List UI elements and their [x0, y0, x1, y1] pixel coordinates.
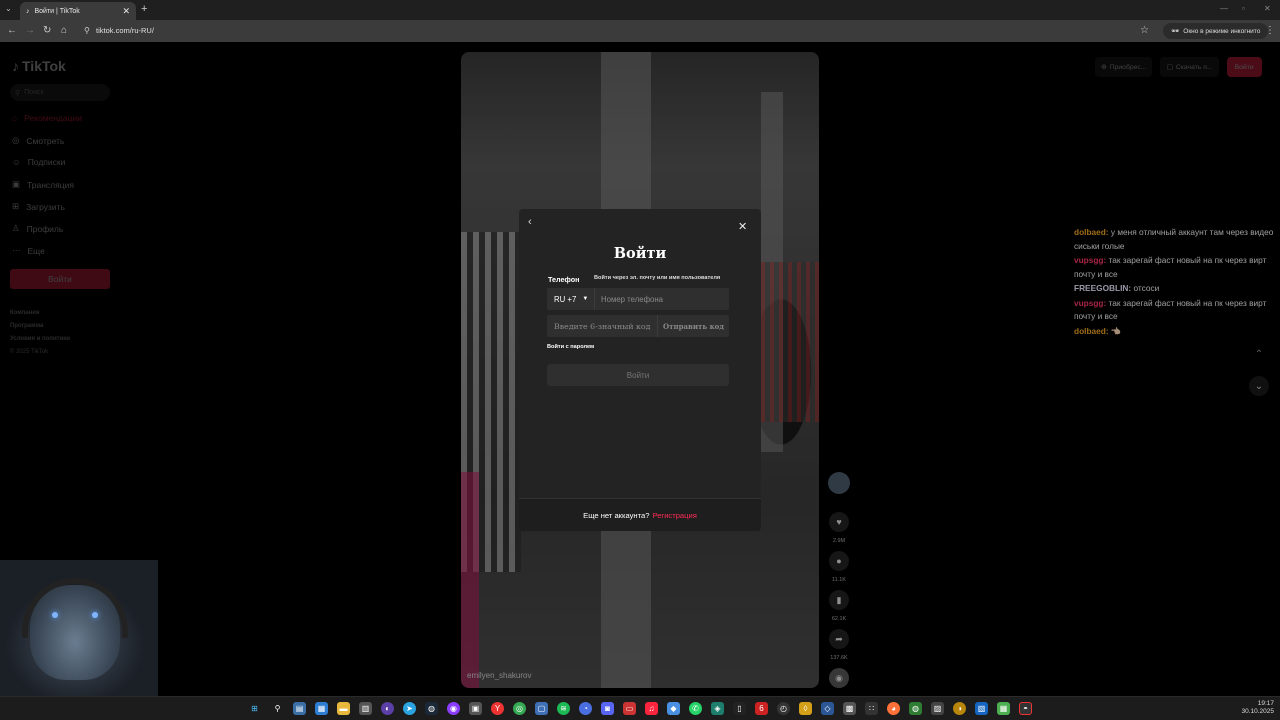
app-icon[interactable]: ◐	[381, 702, 394, 715]
browser-tabstrip: ⌄ ♪ Войти | TikTok ✕ + — ▫ ✕	[0, 0, 1280, 20]
app-icon[interactable]: ◈	[711, 702, 724, 715]
password-login-link[interactable]: Войти с паролем	[547, 344, 594, 350]
app-icon[interactable]: ◇	[821, 702, 834, 715]
firefox-icon[interactable]: ◕	[887, 702, 900, 715]
country-code-select[interactable]: RU +7 ▼	[547, 288, 595, 310]
phone-number-input[interactable]: Номер телефона	[595, 295, 663, 304]
country-code-value: RU +7	[554, 294, 577, 304]
back-icon[interactable]: ←	[7, 25, 17, 36]
yandex-browser-icon[interactable]: Y	[491, 702, 504, 715]
no-account-text: Еще нет аккаунта?	[583, 510, 650, 520]
incognito-badge[interactable]: 🕶 Окно в режиме инкогнито	[1163, 23, 1269, 39]
clock-date: 30.10.2025	[1241, 708, 1274, 715]
incognito-icon: 🕶	[1171, 28, 1180, 35]
app-icon[interactable]: ◔	[579, 702, 592, 715]
window-close-icon[interactable]: ✕	[1264, 4, 1271, 13]
app-icon[interactable]: ◉	[447, 702, 460, 715]
start-icon[interactable]: ⊞	[248, 702, 261, 715]
taskbar-clock[interactable]: 19:17 30.10.2025	[1236, 700, 1274, 716]
caret-down-icon: ▼	[582, 296, 589, 302]
whatsapp-icon[interactable]: ✆	[689, 702, 702, 715]
site-info-icon[interactable]: ⚲	[84, 26, 90, 35]
code-field: Введите 6-значный код Отправить код	[547, 315, 729, 337]
app-icon[interactable]: ◴	[777, 702, 790, 715]
file-explorer-icon[interactable]: ▬	[337, 702, 350, 715]
app-icon[interactable]: ◆	[667, 702, 680, 715]
incognito-label: Окно в режиме инкогнито	[1183, 27, 1261, 35]
bookmark-star-icon[interactable]: ☆	[1140, 25, 1149, 36]
webcam-eye-left	[52, 612, 58, 618]
signup-link[interactable]: Регистрация	[652, 511, 696, 520]
search-icon[interactable]: ⚲	[271, 702, 284, 715]
login-modal: ‹ ✕ Войти Телефон Войти через эл. почту …	[519, 209, 761, 531]
browser-menu-icon[interactable]: ⋮	[1265, 25, 1275, 36]
chrome-icon[interactable]: ◎	[513, 702, 526, 715]
discord-icon[interactable]: ◙	[601, 702, 614, 715]
task-view-icon[interactable]: ▤	[293, 702, 306, 715]
webcam-eye-right	[92, 612, 98, 618]
webcam-overlay	[0, 560, 158, 696]
tab-search-icon[interactable]: ⌄	[5, 4, 12, 13]
app-icon[interactable]: ▥	[359, 702, 372, 715]
widgets-icon[interactable]: ▦	[315, 702, 328, 715]
new-tab-icon[interactable]: +	[141, 3, 147, 15]
address-bar[interactable]: tiktok.com/ru-RU/	[96, 26, 154, 35]
browser-toolbar: ← → ↻ ⌂ ⚲ tiktok.com/ru-RU/ ☆ 🕶 Окно в р…	[0, 20, 1280, 42]
app-icon[interactable]: ▣	[469, 702, 482, 715]
send-code-button[interactable]: Отправить код	[657, 315, 729, 337]
email-username-login-link[interactable]: Войти через эл. почту или имя пользовате…	[594, 275, 720, 281]
close-icon[interactable]: ✕	[738, 220, 747, 233]
verification-code-input[interactable]: Введите 6-значный код	[547, 322, 657, 331]
minimize-icon[interactable]: —	[1220, 4, 1228, 13]
music-icon[interactable]: ♫	[645, 702, 658, 715]
app-icon[interactable]: ∷	[865, 702, 878, 715]
app-icon[interactable]: ▨	[931, 702, 944, 715]
maximize-icon[interactable]: ▫	[1242, 4, 1245, 13]
app-icon[interactable]: ▢	[535, 702, 548, 715]
reload-icon[interactable]: ↻	[43, 25, 51, 36]
app-icon[interactable]: ◓	[1019, 702, 1032, 715]
clock-time: 19:17	[1257, 700, 1274, 707]
forward-icon[interactable]: →	[25, 25, 35, 36]
back-chevron-icon[interactable]: ‹	[528, 216, 532, 228]
minecraft-icon[interactable]: ▦	[997, 702, 1010, 715]
steam-icon[interactable]: ◍	[425, 702, 438, 715]
app-icon[interactable]: ▧	[975, 702, 988, 715]
terminal-icon[interactable]: ▯	[733, 702, 746, 715]
app-icon[interactable]: 6	[755, 702, 768, 715]
modal-footer: Еще нет аккаунта? Регистрация	[519, 498, 761, 531]
close-tab-icon[interactable]: ✕	[122, 6, 130, 17]
app-icon[interactable]: ▩	[843, 702, 856, 715]
modal-title: Войти	[613, 245, 667, 262]
spotify-icon[interactable]: ≋	[557, 702, 570, 715]
tiktok-favicon-icon: ♪	[26, 7, 30, 15]
browser-tab[interactable]: ♪ Войти | TikTok ✕	[20, 2, 136, 20]
app-icon[interactable]: ▭	[623, 702, 636, 715]
app-icon[interactable]: ◍	[909, 702, 922, 715]
tab-title: Войти | TikTok	[34, 7, 80, 15]
phone-label: Телефон	[548, 275, 580, 284]
app-icon[interactable]: ◊	[799, 702, 812, 715]
login-submit-button[interactable]: Войти	[547, 364, 729, 386]
phone-field: RU +7 ▼ Номер телефона	[547, 288, 729, 310]
app-icon[interactable]: ◑	[953, 702, 966, 715]
telegram-icon[interactable]: ➤	[403, 702, 416, 715]
webcam-face	[30, 585, 120, 680]
windows-taskbar: ⊞ ⚲ ▤ ▦ ▬ ▥ ◐ ➤ ◍ ◉ ▣ Y ◎ ▢ ≋ ◔ ◙ ▭ ♫ ◆ …	[0, 696, 1280, 720]
home-icon[interactable]: ⌂	[61, 25, 67, 36]
